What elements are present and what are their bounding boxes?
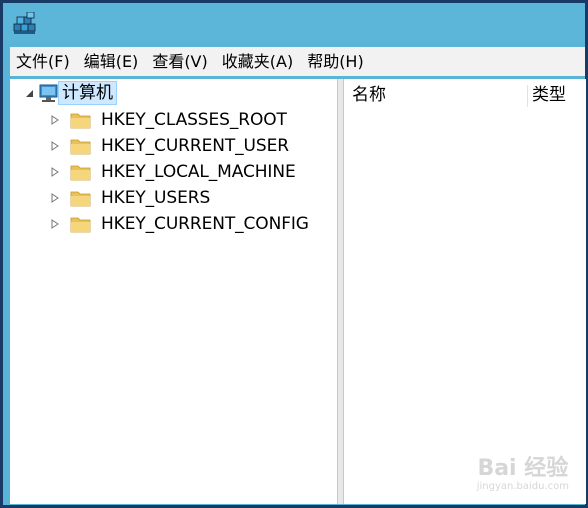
expand-arrow-icon[interactable] <box>50 193 60 203</box>
folder-icon <box>70 217 91 233</box>
tree-node-hkey-current-config[interactable]: HKEY_CURRENT_CONFIG <box>50 212 330 236</box>
column-header-type[interactable]: 类型 <box>532 79 566 111</box>
computer-icon <box>39 84 58 102</box>
tree-node-hkey-users[interactable]: HKEY_USERS <box>50 186 330 210</box>
menu-favorites[interactable]: 收藏夹(A) <box>215 47 300 76</box>
menu-file[interactable]: 文件(F) <box>10 47 77 76</box>
regedit-window: 文件(F) 编辑(E) 查看(V) 收藏夹(A) 帮助(H) 计算机 HKEY_… <box>0 0 588 508</box>
watermark-url: jingyan.baidu.com <box>476 481 569 492</box>
folder-icon <box>70 165 91 181</box>
tree-node-label[interactable]: HKEY_CLASSES_ROOT <box>101 108 287 132</box>
tree-node-label[interactable]: HKEY_USERS <box>101 186 210 210</box>
tree-node-label[interactable]: 计算机 <box>58 81 117 105</box>
tree-node-label[interactable]: HKEY_CURRENT_CONFIG <box>101 212 309 236</box>
collapse-arrow-icon[interactable] <box>24 88 34 98</box>
tree-node-label[interactable]: HKEY_CURRENT_USER <box>101 134 289 158</box>
registry-editor-icon[interactable] <box>12 12 38 36</box>
watermark-brand: Bai 经验 <box>477 456 569 481</box>
tree-node-label[interactable]: HKEY_LOCAL_MACHINE <box>101 160 296 184</box>
menu-help[interactable]: 帮助(H) <box>300 47 371 76</box>
tree-node-hkey-current-user[interactable]: HKEY_CURRENT_USER <box>50 134 330 158</box>
tree-node-hkey-local-machine[interactable]: HKEY_LOCAL_MACHINE <box>50 160 330 184</box>
title-bar[interactable] <box>3 3 585 41</box>
menu-view[interactable]: 查看(V) <box>145 47 214 76</box>
tree-node-hkey-classes-root[interactable]: HKEY_CLASSES_ROOT <box>50 108 330 132</box>
main-content: 计算机 HKEY_CLASSES_ROOT HKEY_CURRENT_USER … <box>10 76 586 504</box>
folder-icon <box>70 191 91 207</box>
expand-arrow-icon[interactable] <box>50 219 60 229</box>
column-header-name[interactable]: 名称 <box>352 79 386 111</box>
expand-arrow-icon[interactable] <box>50 167 60 177</box>
values-list-pane[interactable]: 名称 类型 <box>343 79 586 504</box>
folder-icon <box>70 139 91 155</box>
menu-edit[interactable]: 编辑(E) <box>77 47 146 76</box>
menu-bar: 文件(F) 编辑(E) 查看(V) 收藏夹(A) 帮助(H) <box>10 47 585 76</box>
expand-arrow-icon[interactable] <box>50 141 60 151</box>
watermark: Bai 经验 jingyan.baidu.com <box>477 457 569 493</box>
tree-node-computer[interactable]: 计算机 <box>24 81 324 105</box>
folder-icon <box>70 113 91 129</box>
expand-arrow-icon[interactable] <box>50 115 60 125</box>
tree-pane[interactable]: 计算机 HKEY_CLASSES_ROOT HKEY_CURRENT_USER … <box>10 79 338 504</box>
column-separator[interactable] <box>527 85 528 107</box>
